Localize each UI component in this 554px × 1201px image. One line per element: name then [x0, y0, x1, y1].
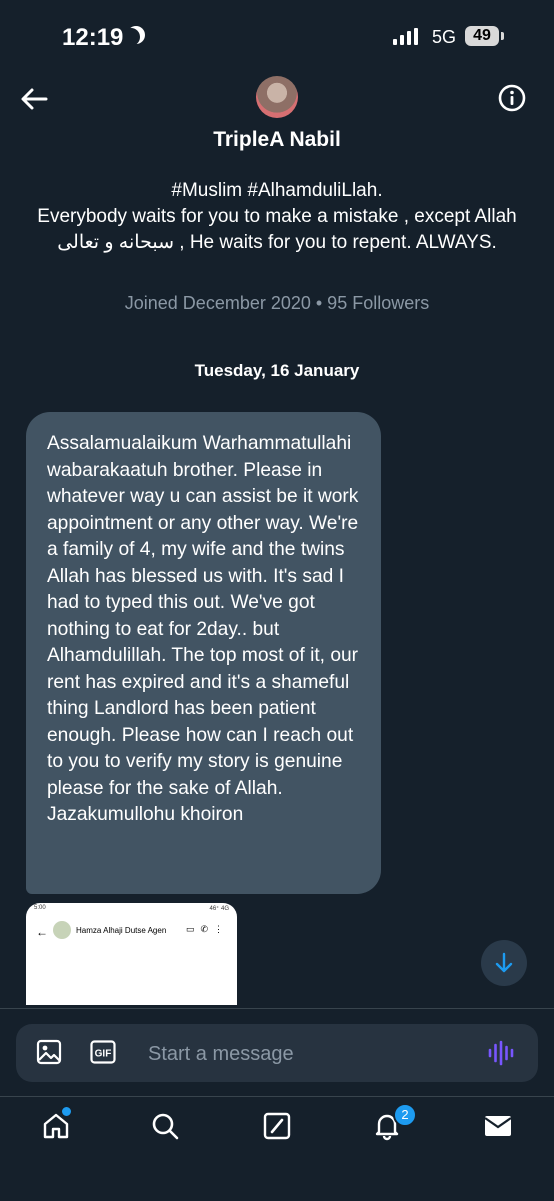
bottom-nav: 2	[0, 1096, 554, 1201]
info-button[interactable]	[496, 82, 528, 114]
attachment-contact-name: Hamza Alhaji Dutse Agen	[76, 926, 167, 935]
add-image-button[interactable]	[36, 1039, 62, 1065]
attachment-status-right: 46⁺ 4G	[209, 906, 229, 912]
voice-wave-icon	[488, 1040, 514, 1066]
attachment-avatar	[53, 921, 71, 939]
message-input[interactable]	[146, 1034, 480, 1074]
mail-icon	[484, 1116, 512, 1136]
back-button[interactable]	[18, 84, 50, 114]
date-separator: Tuesday, 16 January	[194, 361, 360, 380]
attachment-call-icons: ▭✆⋮	[185, 924, 229, 934]
nav-grok[interactable]	[262, 1111, 292, 1141]
grok-icon	[263, 1112, 291, 1140]
info-icon	[498, 84, 526, 112]
voice-message-button[interactable]	[486, 1038, 516, 1068]
search-icon	[152, 1113, 179, 1140]
scroll-to-bottom-button[interactable]	[481, 940, 527, 986]
status-time: 12:19	[62, 24, 124, 51]
network-label: 5G	[432, 27, 457, 47]
nav-messages[interactable]	[483, 1111, 513, 1141]
joined-followers: Joined December 2020 • 95 Followers	[124, 293, 430, 313]
gif-icon: GIF	[90, 1040, 116, 1064]
signal-icon	[393, 28, 418, 45]
arrow-down-icon	[495, 952, 513, 973]
attachment-status-time: 5:00	[34, 905, 46, 911]
notifications-badge: 2	[393, 1103, 417, 1127]
home-notification-dot	[60, 1105, 73, 1118]
profile-name[interactable]: TripleA Nabil	[0, 128, 554, 152]
attachment-back-icon: ←	[36, 925, 48, 939]
message-bubble[interactable]: Assalamualaikum Warhammatullahi wabaraka…	[26, 412, 381, 894]
add-gif-button[interactable]: GIF	[90, 1040, 116, 1064]
nav-search[interactable]	[150, 1111, 180, 1141]
message-text: Assalamualaikum Warhammatullahi wabaraka…	[47, 433, 359, 825]
profile-bio: #Muslim #AlhamduliLlah. Everybody waits …	[37, 180, 517, 253]
arrow-left-icon	[21, 88, 48, 110]
avatar[interactable]	[256, 76, 298, 118]
composer: GIF	[16, 1024, 538, 1082]
composer-bar: GIF	[0, 1008, 554, 1097]
battery-indicator: 49	[465, 26, 504, 46]
status-bar: 12:19 5G 49	[0, 0, 554, 76]
image-attachment[interactable]: 5:00 46⁺ 4G ← Hamza Alhaji Dutse Agen ▭✆…	[26, 903, 237, 1005]
gif-label: GIF	[95, 1049, 112, 1060]
image-icon	[36, 1039, 62, 1065]
moon-icon	[122, 28, 140, 46]
